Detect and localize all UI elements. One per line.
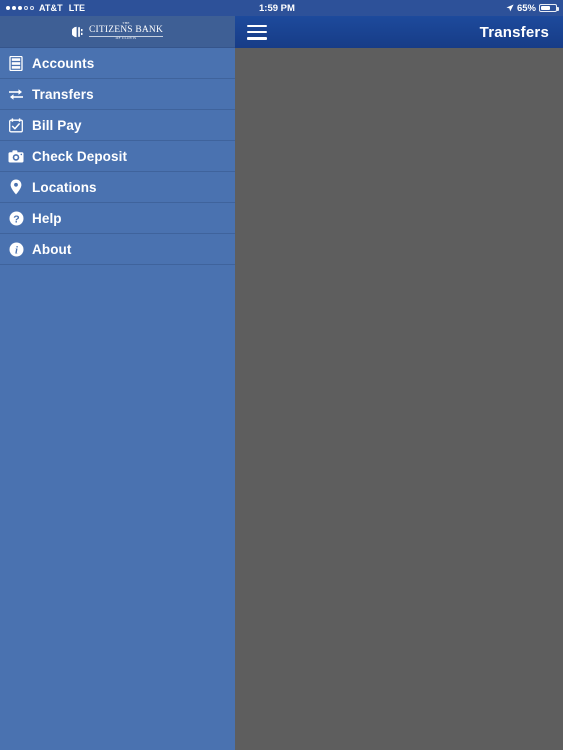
sidebar-item-help[interactable]: ? Help [0, 203, 235, 234]
info-circle-icon: i [8, 241, 24, 257]
sidebar-item-label: Transfers [32, 86, 94, 102]
sidebar-drawer: THE CITIZENS BANK OF CLOVIS Accounts Tra… [0, 16, 235, 750]
sidebar-item-about[interactable]: i About [0, 234, 235, 265]
sidebar-item-label: Accounts [32, 55, 95, 71]
sidebar-item-label: Locations [32, 179, 97, 195]
signal-strength-icon [6, 6, 34, 10]
status-bar: AT&T LTE 1:59 PM 65% [0, 0, 563, 16]
svg-text:?: ? [13, 213, 19, 225]
sidebar-item-label: Check Deposit [32, 148, 128, 164]
sidebar-item-label: Help [32, 210, 62, 226]
battery-percent-label: 65% [516, 2, 536, 14]
network-type-label: LTE [68, 3, 86, 13]
calendar-check-icon [8, 117, 24, 133]
sidebar-item-label: About [32, 241, 72, 257]
map-pin-icon [8, 179, 24, 195]
location-arrow-icon [506, 4, 514, 12]
status-bar-center: 1:59 PM [235, 3, 506, 14]
drawer-dim-overlay[interactable] [235, 48, 563, 750]
logo-subtitle-text: OF CLOVIS [88, 35, 164, 41]
sidebar-header: THE CITIZENS BANK OF CLOVIS [0, 16, 235, 48]
battery-icon [539, 4, 559, 12]
sidebar-item-accounts[interactable]: Accounts [0, 48, 235, 79]
transfer-arrows-icon [8, 86, 24, 102]
camera-icon [8, 148, 24, 164]
logo-wordmark: THE CITIZENS BANK OF CLOVIS [88, 22, 164, 41]
logo-name-text: CITIZENS BANK [88, 24, 164, 35]
sidebar-item-transfers[interactable]: Transfers [0, 79, 235, 110]
citizens-bank-logo-mark [71, 26, 83, 37]
sidebar-item-bill-pay[interactable]: Bill Pay [0, 110, 235, 141]
bank-logo: THE CITIZENS BANK OF CLOVIS [71, 22, 164, 41]
sidebar-item-check-deposit[interactable]: Check Deposit [0, 141, 235, 172]
page-title: Transfers [479, 23, 549, 41]
file-cabinet-icon [8, 55, 24, 71]
top-navigation-bar: Transfers [235, 16, 563, 48]
clock-label: 1:59 PM [259, 2, 295, 14]
carrier-label: AT&T [39, 3, 63, 13]
sidebar-item-locations[interactable]: Locations [0, 172, 235, 203]
status-bar-right: 65% [506, 3, 563, 14]
hamburger-menu-icon[interactable] [247, 24, 267, 40]
status-bar-left: AT&T LTE [0, 3, 235, 13]
svg-text:i: i [15, 245, 18, 256]
question-circle-icon: ? [8, 210, 24, 226]
sidebar-item-label: Bill Pay [32, 117, 82, 133]
